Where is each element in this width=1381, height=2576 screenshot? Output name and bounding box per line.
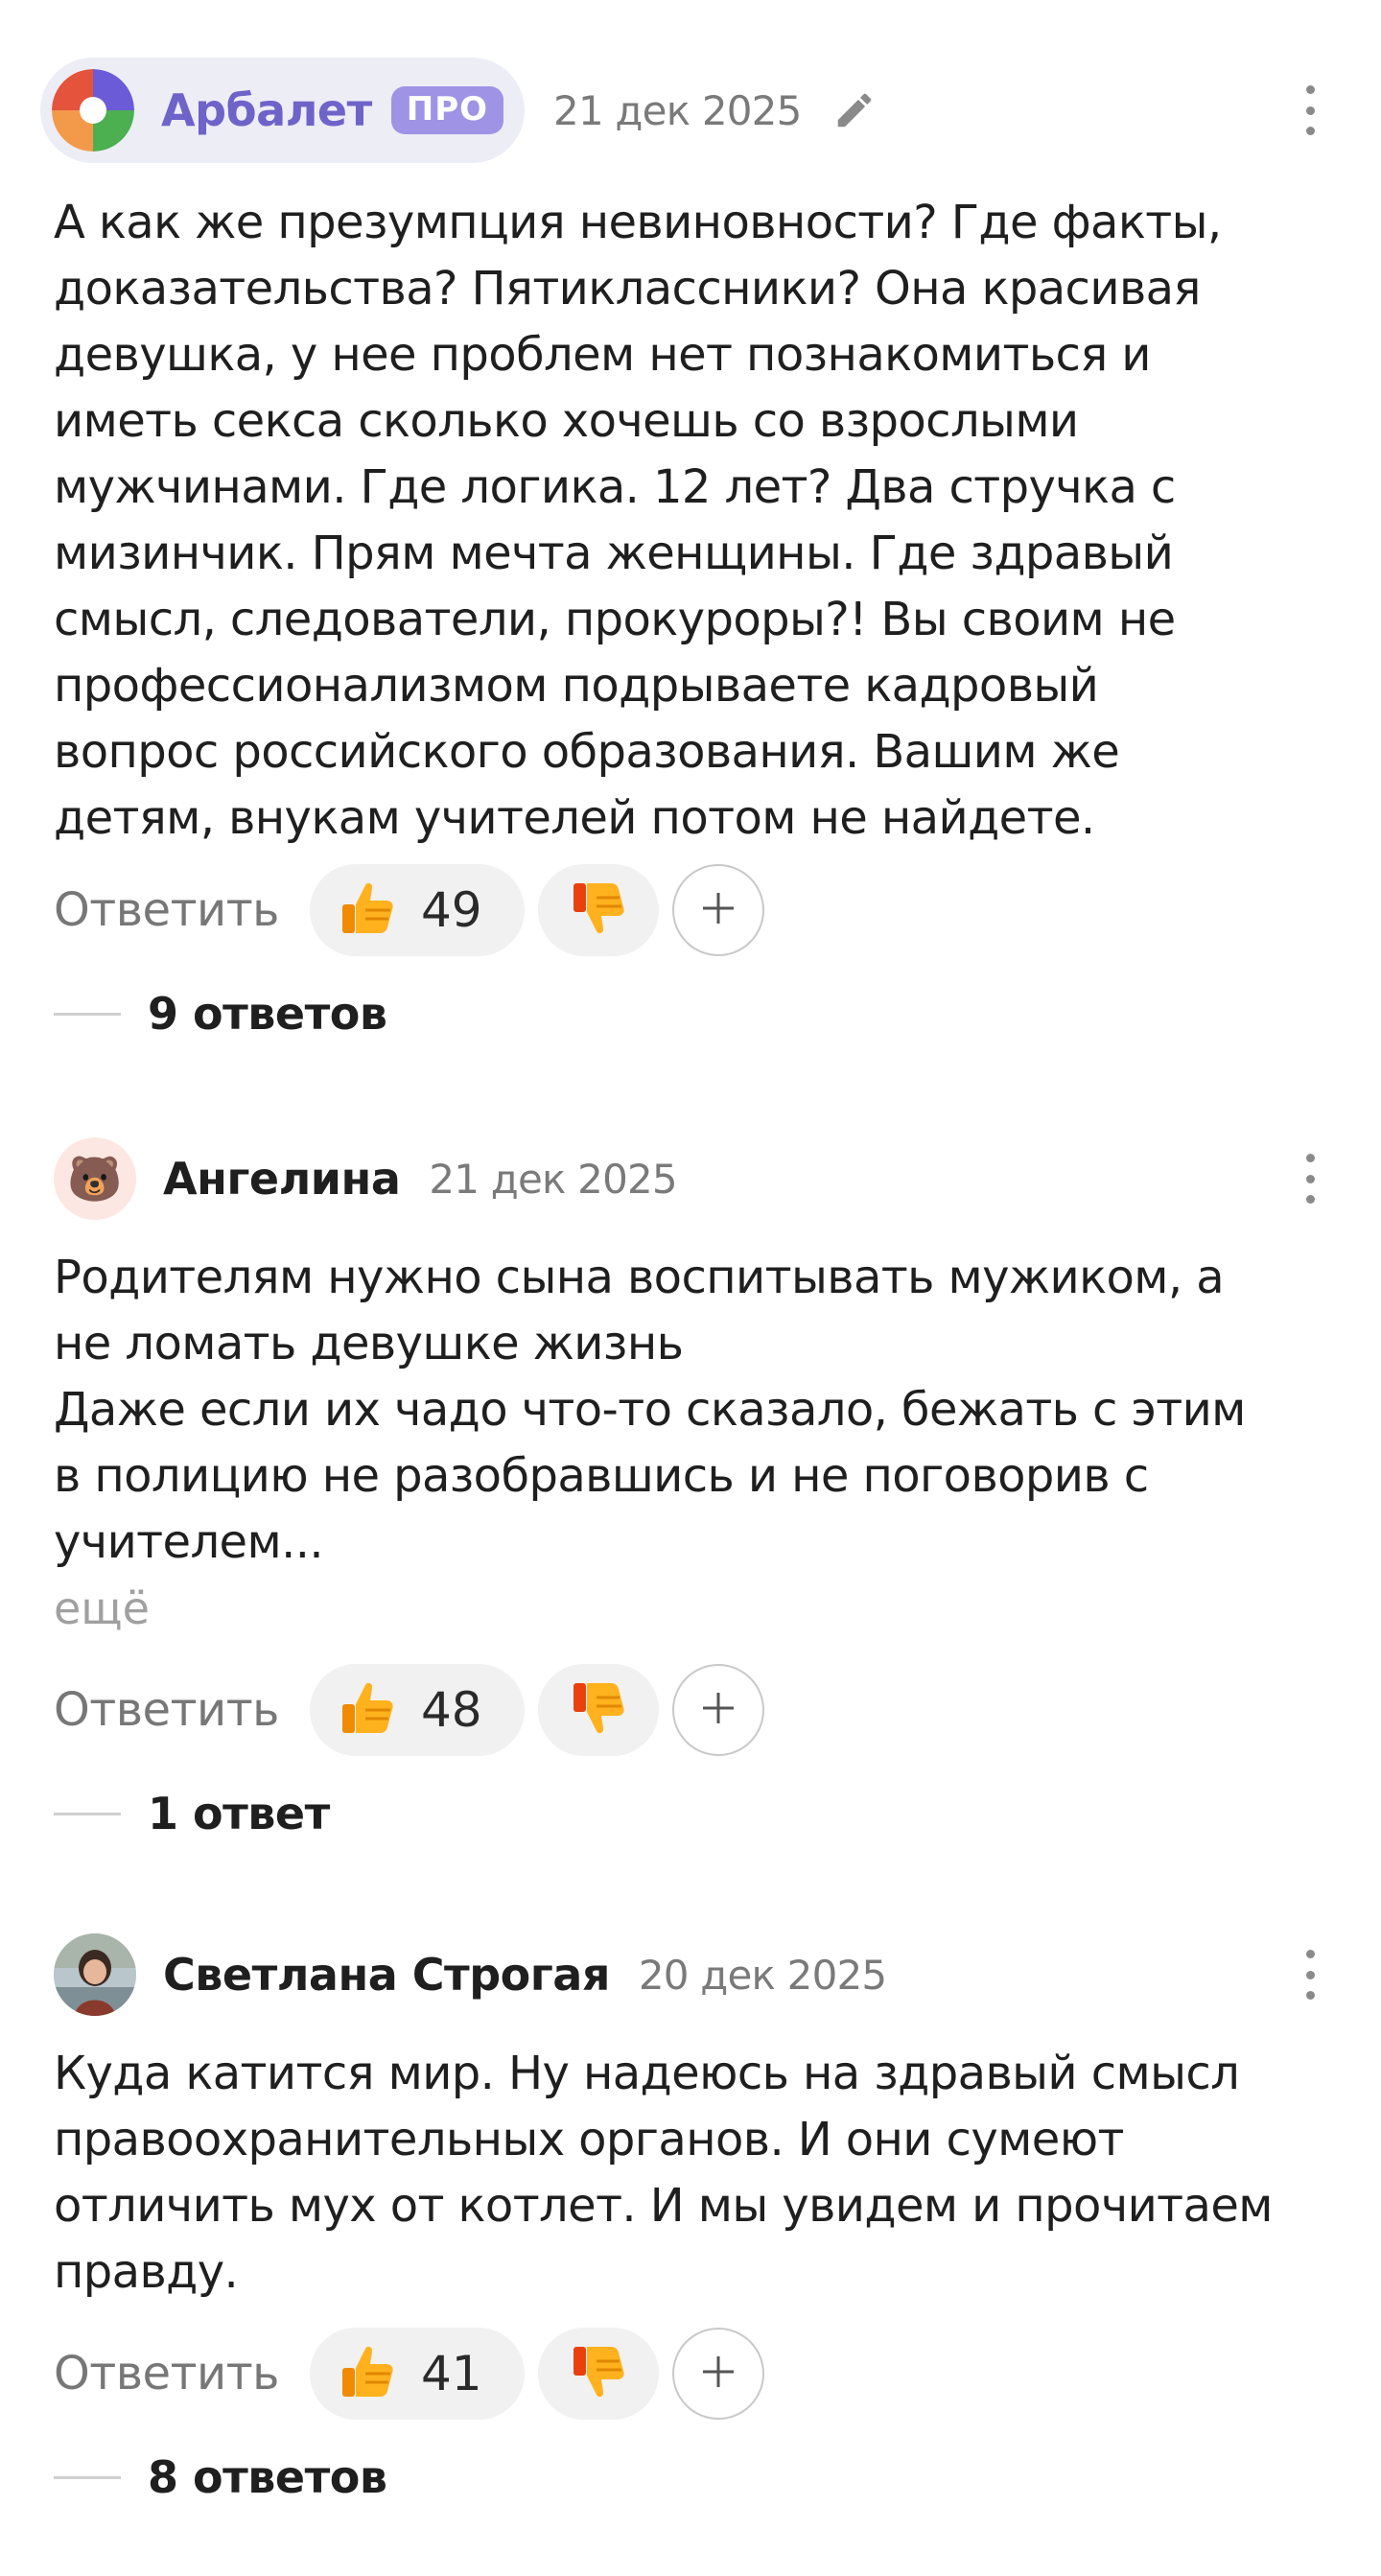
replies-toggle[interactable]: 8 ответов <box>54 2444 1320 2511</box>
thumbs-up-icon <box>337 1677 398 1743</box>
comment: Светлана Строгая 20 дек 2025 Куда катитс… <box>54 1932 1320 2511</box>
like-button[interactable]: 48 <box>309 1664 525 1756</box>
comment-date: 20 дек 2025 <box>638 1951 887 1999</box>
replies-toggle[interactable]: 9 ответов <box>54 980 1320 1047</box>
reply-button[interactable]: Ответить <box>54 2347 279 2400</box>
comment-actions: Ответить 41 <box>54 2327 1320 2421</box>
divider <box>54 1812 121 1815</box>
comment-header: 🐻 Ангелина 21 дек 2025 <box>54 1136 1320 1222</box>
replies-count: 8 ответов <box>148 2451 387 2503</box>
author-name: Ангелина <box>163 1153 401 1205</box>
thumbs-up-icon <box>337 878 398 943</box>
like-count: 49 <box>420 882 482 938</box>
add-reaction-button[interactable] <box>671 1664 764 1756</box>
comment-date: 21 дек 2025 <box>429 1155 677 1203</box>
author[interactable]: 🐻 Ангелина <box>54 1136 401 1222</box>
more-vertical-icon[interactable] <box>1291 1150 1329 1207</box>
like-count: 41 <box>420 2346 482 2401</box>
plus-icon <box>699 2353 737 2395</box>
like-button[interactable]: 41 <box>309 2328 525 2420</box>
avatar <box>54 1933 136 2016</box>
brand-logo-icon <box>52 69 134 152</box>
comment: Арбалет ПРО 21 дек 2025 А как же презумп… <box>40 58 1320 1047</box>
comment-header: Светлана Строгая 20 дек 2025 <box>54 1932 1320 2018</box>
author-name: Арбалет <box>161 84 372 136</box>
comments-feed: Арбалет ПРО 21 дек 2025 А как же презумп… <box>0 0 1381 2576</box>
show-more-link[interactable]: ещё <box>54 1576 1320 1642</box>
comment-date: 21 дек 2025 <box>553 86 802 134</box>
comment-text: А как же презумпция невиновности? Где фа… <box>54 196 1222 845</box>
replies-count: 9 ответов <box>148 988 387 1040</box>
replies-count: 1 ответ <box>148 1788 330 1839</box>
comment-text: Родителям нужно сына воспитывать мужиком… <box>54 1251 1246 1569</box>
author-name: Светлана Строгая <box>163 1949 610 2001</box>
replies-toggle[interactable]: 1 ответ <box>54 1780 1320 1847</box>
comment-actions: Ответить 49 <box>54 863 1320 957</box>
comment: 🐻 Ангелина 21 дек 2025 Родителям нужно с… <box>54 1136 1320 1847</box>
thumbs-down-icon <box>568 2341 629 2406</box>
thumbs-down-icon <box>568 1677 629 1743</box>
comment-actions: Ответить 48 <box>54 1663 1320 1757</box>
dislike-button[interactable] <box>537 1664 659 1756</box>
like-button[interactable]: 49 <box>309 864 525 956</box>
author[interactable]: Светлана Строгая <box>54 1932 610 2018</box>
reply-button[interactable]: Ответить <box>54 1683 279 1737</box>
pencil-icon <box>831 86 878 134</box>
comment-header: Арбалет ПРО 21 дек 2025 <box>40 58 1320 163</box>
comment-text: Куда катится мир. Ну надеюсь на здравый … <box>54 2047 1274 2299</box>
reply-button[interactable]: Ответить <box>54 883 279 937</box>
divider <box>54 1012 121 1016</box>
pro-badge: ПРО <box>390 86 504 134</box>
add-reaction-button[interactable] <box>671 2328 764 2420</box>
dislike-button[interactable] <box>537 864 659 956</box>
author-chip[interactable]: Арбалет ПРО <box>40 58 526 163</box>
thumbs-up-icon <box>337 2341 398 2406</box>
thumbs-down-icon <box>568 878 629 943</box>
bear-emoji: 🐻 <box>54 1137 136 1220</box>
more-vertical-icon[interactable] <box>1291 82 1329 139</box>
divider <box>54 2475 121 2479</box>
more-vertical-icon[interactable] <box>1291 1946 1329 2003</box>
dislike-button[interactable] <box>537 2328 659 2420</box>
like-count: 48 <box>420 1682 482 1738</box>
add-reaction-button[interactable] <box>671 864 764 956</box>
plus-icon <box>699 1689 737 1731</box>
plus-icon <box>699 889 737 931</box>
